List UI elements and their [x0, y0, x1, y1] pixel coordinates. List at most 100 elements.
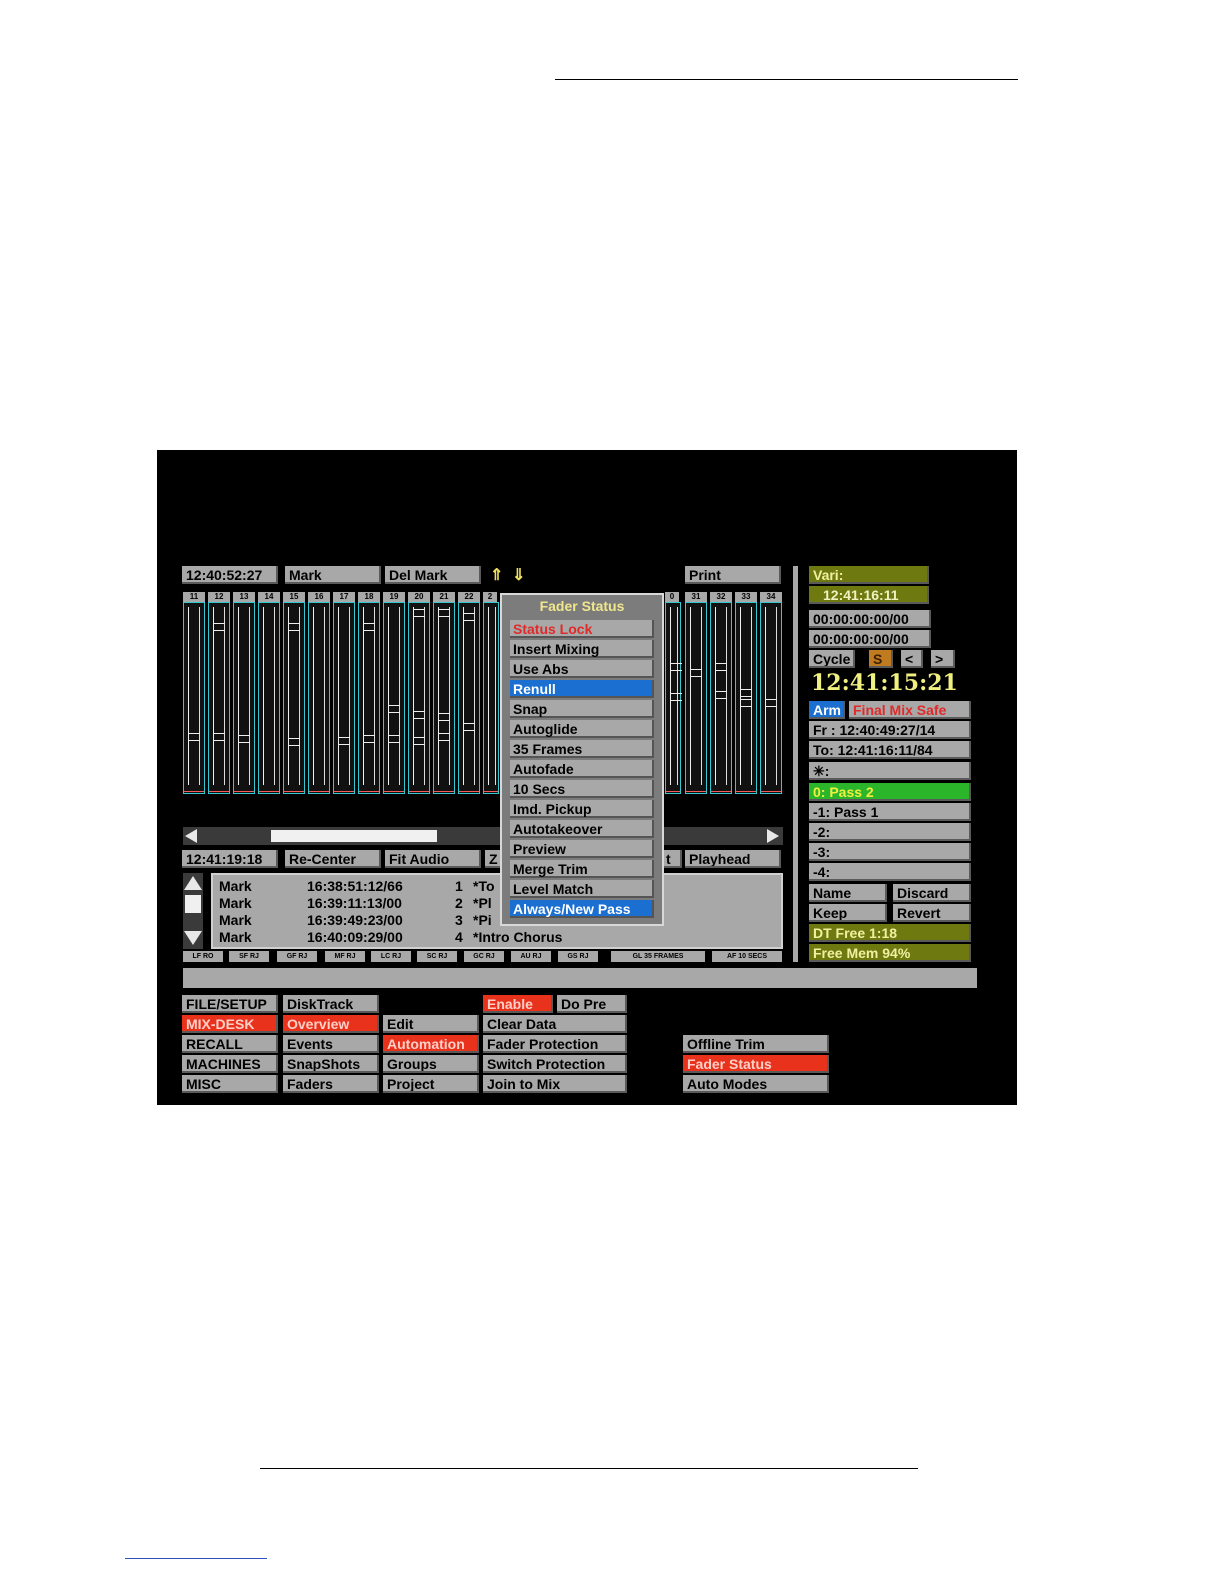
fit-audio-button[interactable]: Fit Audio [385, 850, 481, 868]
menu-item-use-abs[interactable]: Use Abs [510, 660, 654, 678]
event-number: 1 [455, 878, 463, 894]
final-mix-safe-button[interactable]: Final Mix Safe [849, 701, 971, 719]
fader-strip[interactable] [283, 602, 305, 794]
revert-button[interactable]: Revert [893, 904, 971, 922]
timecode-field-b[interactable]: 00:00:00:00/00 [809, 630, 931, 648]
fader-strip[interactable] [483, 602, 499, 794]
menu-item-imd-pickup[interactable]: Imd. Pickup [510, 800, 654, 818]
do-pre-button[interactable]: Do Pre [557, 995, 627, 1013]
fader-strip[interactable] [665, 602, 682, 794]
scrollbar-thumb[interactable] [271, 830, 437, 842]
fader-protection-button[interactable]: Fader Protection [483, 1035, 627, 1053]
status-tag: MF RJ [325, 951, 365, 962]
discard-button[interactable]: Discard [893, 884, 971, 902]
scroll-down-icon[interactable]: ⇓ [512, 565, 525, 585]
menu-item-autoglide[interactable]: Autoglide [510, 720, 654, 738]
clear-data-button[interactable]: Clear Data [483, 1015, 627, 1033]
fader-strip[interactable] [208, 602, 230, 794]
menu-snapshots[interactable]: SnapShots [283, 1055, 379, 1073]
prev-button[interactable]: < [901, 650, 923, 668]
menu-disktrack[interactable]: DiskTrack [283, 995, 379, 1013]
channel-number: 34 [760, 592, 782, 602]
timecode-field-a[interactable]: 00:00:00:00/00 [809, 610, 931, 628]
scroll-up-icon[interactable]: ⇑ [490, 565, 503, 585]
fader-strip[interactable] [383, 602, 405, 794]
fader-strip[interactable] [408, 602, 430, 794]
menu-item-snap[interactable]: Snap [510, 700, 654, 718]
horizontal-scrollbar[interactable] [183, 827, 783, 845]
mark-button[interactable]: Mark [285, 566, 381, 584]
menu-item-renull[interactable]: Renull [510, 680, 654, 698]
fader-strip[interactable] [685, 602, 707, 794]
message-bar [183, 968, 977, 988]
pass-star-slot[interactable]: ✳: [809, 762, 971, 780]
arm-button[interactable]: Arm [809, 701, 845, 719]
channel-number: 11 [183, 592, 205, 602]
fader-strip[interactable] [333, 602, 355, 794]
menu-item-10-secs[interactable]: 10 Secs [510, 780, 654, 798]
menu-item-autotakeover[interactable]: Autotakeover [510, 820, 654, 838]
scroll-left-icon[interactable] [185, 829, 197, 843]
menu-edit[interactable]: Edit [383, 1015, 479, 1033]
fader-strip[interactable] [433, 602, 455, 794]
menu-automation[interactable]: Automation [383, 1035, 479, 1053]
cycle-button[interactable]: Cycle [809, 650, 855, 668]
pass-slot-0[interactable]: 0: Pass 2 [809, 783, 971, 801]
menu-item-level-match[interactable]: Level Match [510, 880, 654, 898]
menu-groups[interactable]: Groups [383, 1055, 479, 1073]
menu-item-autofade[interactable]: Autofade [510, 760, 654, 778]
fader-strip[interactable] [183, 602, 205, 794]
s-button[interactable]: S [869, 650, 893, 668]
menu-item-always-new-pass[interactable]: Always/New Pass [510, 900, 654, 918]
name-button[interactable]: Name [809, 884, 887, 902]
menu-overview[interactable]: Overview [283, 1015, 379, 1033]
event-list-scrollbar[interactable] [183, 873, 203, 949]
fader-strip[interactable] [710, 602, 732, 794]
menu-events[interactable]: Events [283, 1035, 379, 1053]
enable-button[interactable]: Enable [483, 995, 553, 1013]
recenter-button[interactable]: Re-Center [285, 850, 381, 868]
menu-file-setup[interactable]: FILE/SETUP [182, 995, 278, 1013]
hidden-button[interactable]: t [662, 850, 682, 868]
menu-mix-desk[interactable]: MIX-DESK [182, 1015, 278, 1033]
menu-item-insert-mixing[interactable]: Insert Mixing [510, 640, 654, 658]
join-to-mix-button[interactable]: Join to Mix [483, 1075, 627, 1093]
del-mark-button[interactable]: Del Mark [385, 566, 481, 584]
event-number: 2 [455, 895, 463, 911]
switch-protection-button[interactable]: Switch Protection [483, 1055, 627, 1073]
fader-status-button[interactable]: Fader Status [683, 1055, 829, 1073]
scroll-right-icon[interactable] [767, 829, 779, 843]
menu-machines[interactable]: MACHINES [182, 1055, 278, 1073]
offline-trim-button[interactable]: Offline Trim [683, 1035, 829, 1053]
fader-strip[interactable] [358, 602, 380, 794]
scrollbar-thumb[interactable] [185, 895, 201, 913]
next-button[interactable]: > [931, 650, 955, 668]
fader-strip[interactable] [735, 602, 757, 794]
fader-strip[interactable] [760, 602, 782, 794]
menu-misc[interactable]: MISC [182, 1075, 278, 1093]
pass-slot-1[interactable]: -1: Pass 1 [809, 803, 971, 821]
menu-faders[interactable]: Faders [283, 1075, 379, 1093]
menu-project[interactable]: Project [383, 1075, 479, 1093]
fader-strip[interactable] [258, 602, 280, 794]
pass-slot-3[interactable]: -3: [809, 843, 971, 861]
pass-slot-2[interactable]: -2: [809, 823, 971, 841]
fader-strip[interactable] [308, 602, 330, 794]
from-timecode: Fr : 12:40:49:27/14 [809, 721, 971, 739]
menu-recall[interactable]: RECALL [182, 1035, 278, 1053]
status-tag: SF RJ [229, 951, 269, 962]
scroll-down-icon[interactable] [184, 931, 202, 945]
fader-strip[interactable] [233, 602, 255, 794]
keep-button[interactable]: Keep [809, 904, 887, 922]
playhead-button[interactable]: Playhead [685, 850, 781, 868]
auto-modes-button[interactable]: Auto Modes [683, 1075, 829, 1093]
menu-item-35-frames[interactable]: 35 Frames [510, 740, 654, 758]
menu-item-preview[interactable]: Preview [510, 840, 654, 858]
fader-strip[interactable] [458, 602, 480, 794]
print-button[interactable]: Print [685, 566, 781, 584]
menu-item-merge-trim[interactable]: Merge Trim [510, 860, 654, 878]
menu-item-status-lock[interactable]: Status Lock [510, 620, 654, 638]
scroll-up-icon[interactable] [184, 876, 202, 890]
pass-slot-4[interactable]: -4: [809, 863, 971, 881]
event-time: 16:39:11:13/00 [307, 895, 402, 911]
